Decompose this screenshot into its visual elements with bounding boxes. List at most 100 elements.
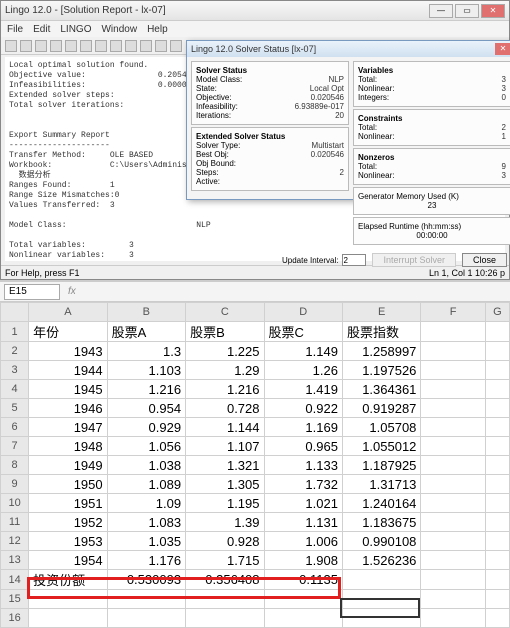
toolbar-button[interactable]: [155, 40, 167, 52]
cell[interactable]: 1.29: [186, 361, 264, 380]
cell[interactable]: 1.31713: [342, 475, 420, 494]
cell[interactable]: 0.929: [107, 418, 185, 437]
cell[interactable]: 股票B: [186, 322, 264, 342]
fx-icon[interactable]: fx: [68, 286, 76, 297]
cell[interactable]: [29, 609, 107, 628]
column-header[interactable]: B: [107, 303, 185, 322]
column-header[interactable]: G: [485, 303, 509, 322]
cell[interactable]: 1.103: [107, 361, 185, 380]
cell[interactable]: 1.197526: [342, 361, 420, 380]
cell[interactable]: [485, 590, 509, 609]
cell[interactable]: [485, 437, 509, 456]
cell[interactable]: 0.965: [264, 437, 342, 456]
cell[interactable]: [107, 590, 185, 609]
cell[interactable]: 0.356408: [186, 570, 264, 590]
close-icon[interactable]: ✕: [495, 43, 510, 55]
cell[interactable]: 0.530093: [107, 570, 185, 590]
cell[interactable]: 1.240164: [342, 494, 420, 513]
toolbar-button[interactable]: [35, 40, 47, 52]
solver-titlebar[interactable]: Lingo 12.0 Solver Status [lx-07] ✕: [187, 41, 510, 57]
toolbar-button[interactable]: [110, 40, 122, 52]
cell[interactable]: [29, 590, 107, 609]
menu-edit[interactable]: Edit: [33, 24, 50, 35]
cell[interactable]: 1952: [29, 513, 107, 532]
cell[interactable]: [485, 361, 509, 380]
cell[interactable]: 1.006: [264, 532, 342, 551]
row-header[interactable]: 5: [1, 399, 29, 418]
cell[interactable]: 0.1135: [264, 570, 342, 590]
cell[interactable]: 1.056: [107, 437, 185, 456]
cell[interactable]: 1.035: [107, 532, 185, 551]
row-header[interactable]: 15: [1, 590, 29, 609]
cell[interactable]: [421, 456, 485, 475]
cell[interactable]: 1.176: [107, 551, 185, 570]
cell[interactable]: 1.05708: [342, 418, 420, 437]
cell[interactable]: 1946: [29, 399, 107, 418]
cell[interactable]: [421, 609, 485, 628]
cell[interactable]: 1.364361: [342, 380, 420, 399]
toolbar-button[interactable]: [125, 40, 137, 52]
cell[interactable]: 1.187925: [342, 456, 420, 475]
cell[interactable]: [421, 551, 485, 570]
cell[interactable]: [485, 456, 509, 475]
cell[interactable]: 1.021: [264, 494, 342, 513]
menu-lingo[interactable]: LINGO: [60, 24, 91, 35]
cell[interactable]: 1.055012: [342, 437, 420, 456]
cell[interactable]: 股票A: [107, 322, 185, 342]
cell[interactable]: [342, 590, 420, 609]
close-solver-button[interactable]: Close: [462, 253, 507, 267]
cell[interactable]: [485, 322, 509, 342]
cell[interactable]: 1945: [29, 380, 107, 399]
lingo-titlebar[interactable]: Lingo 12.0 - [Solution Report - lx-07] —…: [1, 1, 509, 21]
cell[interactable]: [421, 322, 485, 342]
cell[interactable]: 1.089: [107, 475, 185, 494]
cell[interactable]: 1947: [29, 418, 107, 437]
cell[interactable]: [485, 494, 509, 513]
corner-cell[interactable]: [1, 303, 29, 322]
cell[interactable]: 1950: [29, 475, 107, 494]
cell[interactable]: [342, 570, 420, 590]
cell[interactable]: [264, 609, 342, 628]
toolbar-button[interactable]: [95, 40, 107, 52]
cell[interactable]: [485, 399, 509, 418]
cell[interactable]: 1.09: [107, 494, 185, 513]
row-header[interactable]: 14: [1, 570, 29, 590]
update-interval-input[interactable]: [342, 254, 366, 266]
cell[interactable]: [421, 590, 485, 609]
row-header[interactable]: 8: [1, 456, 29, 475]
cell[interactable]: 0.728: [186, 399, 264, 418]
cell[interactable]: [421, 342, 485, 361]
row-header[interactable]: 11: [1, 513, 29, 532]
cell[interactable]: 1.225: [186, 342, 264, 361]
cell[interactable]: 1.715: [186, 551, 264, 570]
menu-window[interactable]: Window: [101, 24, 137, 35]
row-header[interactable]: 4: [1, 380, 29, 399]
cell[interactable]: [421, 380, 485, 399]
cell[interactable]: [421, 437, 485, 456]
cell[interactable]: [485, 532, 509, 551]
cell[interactable]: [107, 609, 185, 628]
cell[interactable]: 1.419: [264, 380, 342, 399]
spreadsheet[interactable]: ABCDEFG 1年份股票A股票B股票C股票指数219431.31.2251.1…: [0, 302, 510, 628]
row-header[interactable]: 3: [1, 361, 29, 380]
cell[interactable]: 1.26: [264, 361, 342, 380]
column-header[interactable]: D: [264, 303, 342, 322]
cell[interactable]: 1943: [29, 342, 107, 361]
cell[interactable]: 1.305: [186, 475, 264, 494]
row-header[interactable]: 1: [1, 322, 29, 342]
cell[interactable]: [264, 590, 342, 609]
cell[interactable]: [485, 609, 509, 628]
cell[interactable]: [186, 609, 264, 628]
minimize-button[interactable]: —: [429, 4, 453, 18]
cell[interactable]: [421, 532, 485, 551]
cell[interactable]: 1.149: [264, 342, 342, 361]
cell[interactable]: [485, 418, 509, 437]
cell[interactable]: 1953: [29, 532, 107, 551]
row-header[interactable]: 16: [1, 609, 29, 628]
cell[interactable]: [485, 342, 509, 361]
column-header[interactable]: A: [29, 303, 107, 322]
cell[interactable]: 0.922: [264, 399, 342, 418]
cell[interactable]: 0.919287: [342, 399, 420, 418]
row-header[interactable]: 2: [1, 342, 29, 361]
cell[interactable]: 投资份额: [29, 570, 107, 590]
